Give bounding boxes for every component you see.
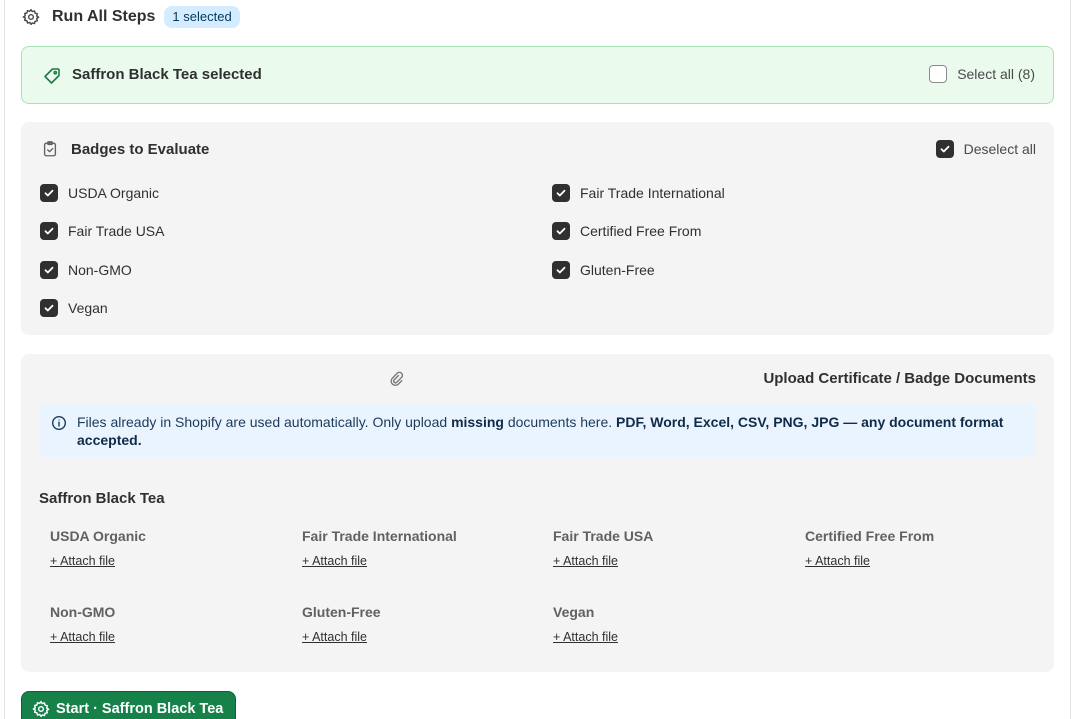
checkbox-checked[interactable]: [40, 184, 58, 202]
info-text: Files already in Shopify are used automa…: [77, 414, 1004, 448]
select-all-box[interactable]: [929, 65, 948, 83]
checkbox-checked[interactable]: [40, 299, 58, 317]
checkbox-checked[interactable]: [40, 261, 58, 279]
doc-slot-gluten-free: Gluten-Free + Attach file: [302, 604, 381, 644]
tag-icon: [42, 66, 62, 86]
badge-label: Gluten-Free: [580, 262, 655, 278]
checkbox-checked[interactable]: [552, 261, 570, 279]
doc-slot-certified-free-from: Certified Free From + Attach file: [805, 528, 934, 568]
upload-documents-panel: Upload Certificate / Badge Documents Fil…: [21, 354, 1054, 672]
info-banner: Files already in Shopify are used automa…: [39, 404, 1036, 457]
gear-icon: [22, 8, 40, 26]
badges-panel-title: Badges to Evaluate: [71, 140, 210, 158]
paperclip-icon: [389, 371, 405, 387]
doc-slot-fair-trade-usa: Fair Trade USA + Attach file: [553, 528, 653, 568]
badge-label: Certified Free From: [580, 223, 702, 239]
badge-label: Non-GMO: [68, 262, 132, 278]
badge-label: Fair Trade USA: [68, 223, 165, 239]
attach-file-link[interactable]: + Attach file: [302, 554, 457, 568]
checkbox-checked[interactable]: [40, 222, 58, 240]
doc-label: Fair Trade USA: [553, 528, 654, 544]
badge-checkbox-non-gmo[interactable]: Non-GMO: [40, 261, 132, 279]
doc-label: Non-GMO: [50, 604, 116, 620]
doc-slot-vegan: Vegan + Attach file: [553, 604, 618, 644]
selected-count-badge: 1 selected: [164, 6, 240, 28]
badge-label: Vegan: [68, 300, 108, 316]
doc-slot-non-gmo: Non-GMO + Attach file: [50, 604, 115, 644]
badge-label: USDA Organic: [68, 185, 160, 201]
run-all-steps-header: Run All Steps 1 selected: [22, 6, 240, 28]
attach-file-link[interactable]: + Attach file: [50, 554, 146, 568]
deselect-all-box[interactable]: [935, 140, 954, 158]
doc-label: Vegan: [553, 604, 595, 620]
attach-file-link[interactable]: + Attach file: [805, 554, 934, 568]
selected-product-banner: Saffron Black Tea selected Select all (8…: [21, 46, 1054, 104]
attach-file-link[interactable]: + Attach file: [553, 630, 618, 644]
badge-label: Fair Trade International: [580, 185, 725, 201]
doc-label: Certified Free From: [805, 528, 935, 544]
info-icon: [51, 415, 67, 431]
badge-checkbox-gluten-free[interactable]: Gluten-Free: [552, 261, 655, 279]
start-button-label: Start · Saffron Black Tea: [56, 701, 224, 717]
badge-checkbox-usda-organic[interactable]: USDA Organic: [40, 184, 159, 202]
doc-label: Fair Trade International: [302, 528, 457, 544]
upload-panel-title: Upload Certificate / Badge Documents: [763, 370, 1036, 387]
checkbox-checked[interactable]: [552, 184, 570, 202]
clipboard-check-icon: [41, 140, 59, 158]
select-all-label: Select all (8): [957, 66, 1035, 82]
badges-panel-header: Badges to Evaluate: [41, 140, 209, 158]
attach-file-link[interactable]: + Attach file: [302, 630, 381, 644]
badge-checkbox-vegan[interactable]: Vegan: [40, 299, 108, 317]
upload-product-name: Saffron Black Tea: [39, 490, 165, 507]
badges-panel: Badges to Evaluate Deselect all USDA Org…: [21, 122, 1054, 335]
doc-label: Gluten-Free: [302, 604, 381, 620]
badge-checkbox-certified-free-from[interactable]: Certified Free From: [552, 222, 701, 240]
start-button[interactable]: Start · Saffron Black Tea: [21, 691, 236, 719]
checkbox-checked[interactable]: [552, 222, 570, 240]
badge-checkbox-fair-trade-usa[interactable]: Fair Trade USA: [40, 222, 164, 240]
doc-slot-usda-organic: USDA Organic + Attach file: [50, 528, 146, 568]
doc-slot-fair-trade-international: Fair Trade International + Attach file: [302, 528, 457, 568]
badge-checkbox-fair-trade-international[interactable]: Fair Trade International: [552, 184, 725, 202]
doc-label: USDA Organic: [50, 528, 146, 544]
page-title: Run All Steps: [52, 8, 156, 25]
attach-file-link[interactable]: + Attach file: [50, 630, 115, 644]
deselect-all-checkbox[interactable]: Deselect all: [935, 140, 1036, 158]
selected-product-label: Saffron Black Tea selected: [72, 66, 262, 83]
deselect-all-label: Deselect all: [963, 141, 1036, 157]
attach-file-link[interactable]: + Attach file: [553, 554, 653, 568]
select-all-checkbox[interactable]: Select all (8): [929, 65, 1035, 83]
gear-icon: [32, 700, 50, 718]
